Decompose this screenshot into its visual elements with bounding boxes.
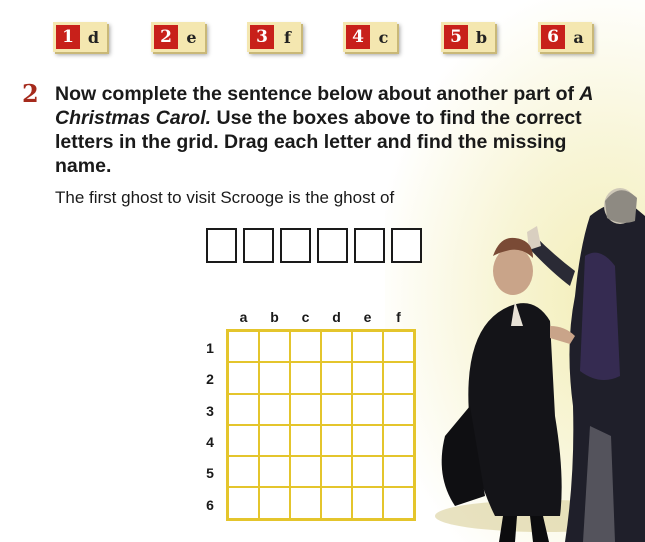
grid-cell-b6[interactable] (259, 487, 290, 519)
grid-cell-c3[interactable] (290, 393, 321, 425)
grid-column-header: c (301, 309, 310, 325)
grid-cell-b1[interactable] (259, 331, 290, 363)
grid-cell-a3[interactable] (228, 393, 259, 425)
grid-cell-d3[interactable] (321, 393, 352, 425)
grid-cell-f5[interactable] (383, 456, 414, 488)
grid-row-header: 5 (206, 465, 214, 481)
clue-number: 5 (444, 25, 468, 49)
letter-grid (226, 329, 416, 521)
answer-slot-3[interactable] (280, 228, 311, 263)
clue-box-3: 3 f (247, 22, 301, 52)
grid-cell-f6[interactable] (383, 487, 414, 519)
grid-cell-a1[interactable] (228, 331, 259, 363)
grid-cell-e6[interactable] (352, 487, 383, 519)
clue-letter: e (186, 27, 197, 47)
scrooge-and-ghost-illustration (435, 188, 645, 542)
grid-cell-a5[interactable] (228, 456, 259, 488)
clue-number: 4 (346, 25, 370, 49)
clue-number: 6 (541, 25, 565, 49)
clue-number: 2 (154, 25, 178, 49)
clue-number: 1 (56, 25, 80, 49)
clue-box-1: 1 d (53, 22, 107, 52)
question-number: 2 (22, 79, 39, 108)
grid-cell-e1[interactable] (352, 331, 383, 363)
grid-cell-f2[interactable] (383, 362, 414, 394)
grid-cell-a6[interactable] (228, 487, 259, 519)
clue-bar: 1 d 2 e 3 f 4 c 5 b 6 a (0, 22, 645, 58)
grid-cell-d6[interactable] (321, 487, 352, 519)
grid-cell-c6[interactable] (290, 487, 321, 519)
clue-box-2: 2 e (151, 22, 205, 52)
clue-box-6: 6 a (538, 22, 592, 52)
answer-slot-2[interactable] (243, 228, 274, 263)
grid-row-header: 4 (206, 434, 214, 450)
grid-column-header: d (332, 309, 341, 325)
clue-letter: f (284, 27, 291, 47)
answer-slot-1[interactable] (206, 228, 237, 263)
grid-row-header: 3 (206, 403, 214, 419)
grid-column-header: b (270, 309, 279, 325)
grid-cell-a4[interactable] (228, 424, 259, 457)
grid-cell-c1[interactable] (290, 331, 321, 363)
grid-cell-b2[interactable] (259, 362, 290, 394)
grid-cell-f1[interactable] (383, 331, 414, 363)
instruction-text-before: Now complete the sentence below about an… (55, 83, 580, 105)
grid-cell-c4[interactable] (290, 424, 321, 457)
grid-row-header: 6 (206, 497, 214, 513)
grid-row-header: 1 (206, 340, 214, 356)
grid-cell-f3[interactable] (383, 393, 414, 425)
clue-letter: c (378, 27, 389, 47)
clue-letter: a (573, 27, 584, 47)
answer-slots (206, 228, 422, 263)
grid-cell-a2[interactable] (228, 362, 259, 394)
grid-row-header: 2 (206, 371, 214, 387)
grid-cell-e5[interactable] (352, 456, 383, 488)
clue-box-4: 4 c (343, 22, 397, 52)
answer-slot-5[interactable] (354, 228, 385, 263)
clue-letter: d (87, 27, 100, 47)
grid-column-header: e (363, 309, 372, 325)
clue-letter: b (475, 27, 488, 47)
grid-cell-c2[interactable] (290, 362, 321, 394)
answer-slot-4[interactable] (317, 228, 348, 263)
question-instructions: Now complete the sentence below about an… (55, 82, 625, 178)
grid-cell-b5[interactable] (259, 456, 290, 488)
clue-number: 3 (250, 25, 274, 49)
grid-cell-d5[interactable] (321, 456, 352, 488)
grid-cell-d1[interactable] (321, 331, 352, 363)
grid-column-header: a (239, 309, 248, 325)
grid-cell-c5[interactable] (290, 456, 321, 488)
grid-cell-b4[interactable] (259, 424, 290, 457)
grid-cell-b3[interactable] (259, 393, 290, 425)
grid-column-header: f (396, 309, 401, 325)
sentence-prompt: The first ghost to visit Scrooge is the … (55, 188, 395, 207)
grid-cell-d4[interactable] (321, 424, 352, 457)
clue-box-5: 5 b (441, 22, 495, 52)
grid-cell-e4[interactable] (352, 424, 383, 457)
grid-cell-f4[interactable] (383, 424, 414, 457)
grid-cell-e3[interactable] (352, 393, 383, 425)
grid-cell-d2[interactable] (321, 362, 352, 394)
grid-cell-e2[interactable] (352, 362, 383, 394)
